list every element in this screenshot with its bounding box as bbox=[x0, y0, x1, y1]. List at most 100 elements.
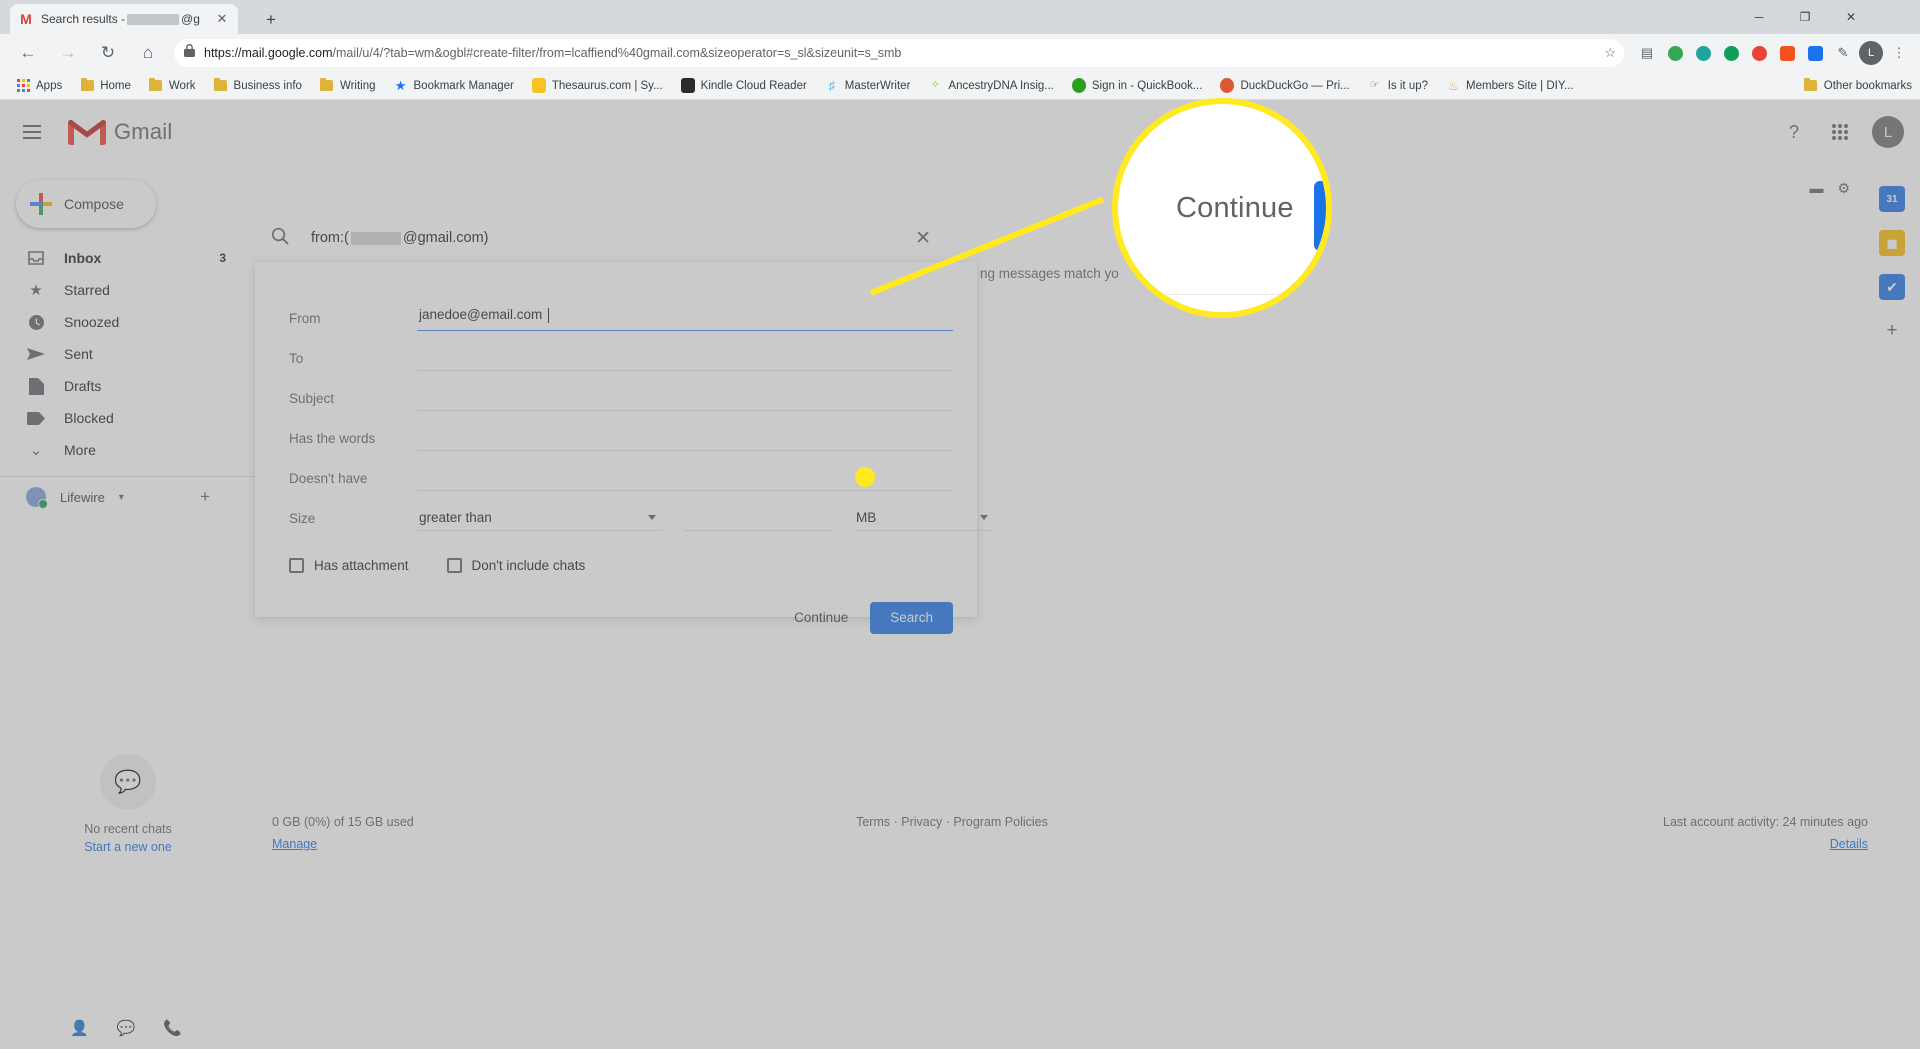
bookmark-quickbooks[interactable]: Sign in - QuickBook... bbox=[1064, 74, 1211, 98]
sidebar-item-starred[interactable]: ★ Starred bbox=[0, 274, 256, 306]
hangouts-empty-title: No recent chats bbox=[84, 822, 172, 836]
add-contact-button[interactable]: + bbox=[200, 487, 210, 507]
bookmark-label: Business info bbox=[233, 79, 302, 92]
manage-storage-link[interactable]: Manage bbox=[272, 837, 414, 851]
address-bar[interactable]: https://mail.google.com/mail/u/4/?tab=wm… bbox=[174, 39, 1624, 67]
privacy-link[interactable]: Privacy bbox=[901, 815, 942, 829]
tasks-icon[interactable]: ✔ bbox=[1879, 274, 1905, 300]
search-query-suffix: @gmail.com) bbox=[402, 230, 489, 246]
pen-extension-icon[interactable]: ✎ bbox=[1830, 40, 1856, 66]
phone-icon[interactable]: 📞 bbox=[163, 1019, 182, 1037]
filter-label-size: Size bbox=[289, 510, 316, 526]
bookmark-writing[interactable]: Writing bbox=[312, 74, 384, 98]
sidebar-item-snoozed[interactable]: Snoozed bbox=[0, 306, 256, 338]
size-value-field[interactable] bbox=[684, 505, 832, 531]
help-icon[interactable]: ? bbox=[1774, 112, 1814, 152]
from-field-wrap[interactable]: janedoe@email.com bbox=[417, 305, 953, 331]
search-button[interactable]: Search bbox=[870, 602, 953, 634]
bookmark-star-icon[interactable]: ☆ bbox=[1604, 39, 1616, 67]
reload-button[interactable]: ↻ bbox=[90, 35, 126, 71]
avatar[interactable]: L bbox=[1872, 116, 1904, 148]
card-extension-icon[interactable]: ▤ bbox=[1634, 40, 1660, 66]
program-policies-link[interactable]: Program Policies bbox=[953, 815, 1047, 829]
window-minimize-button[interactable]: ─ bbox=[1736, 0, 1782, 34]
filter-row-doesnt-have: Doesn't have bbox=[289, 462, 953, 494]
storage-text: 0 GB (0%) of 15 GB used bbox=[272, 815, 414, 829]
keep-icon[interactable]: ◼ bbox=[1879, 230, 1905, 256]
contacts-icon[interactable]: 👤 bbox=[70, 1019, 89, 1037]
search-query: from:(@gmail.com) bbox=[311, 230, 488, 246]
back-button[interactable]: ← bbox=[10, 35, 46, 71]
url-path: /mail/u/4/?tab=wm&ogbl#create-filter/fro… bbox=[332, 46, 902, 60]
other-bookmarks-button[interactable]: Other bookmarks bbox=[1804, 78, 1912, 93]
terms-link[interactable]: Terms bbox=[856, 815, 890, 829]
bookmark-masterwriter[interactable]: ♯ MasterWriter bbox=[817, 74, 919, 98]
blue-square-extension-icon[interactable] bbox=[1802, 40, 1828, 66]
window-maximize-button[interactable]: ❐ bbox=[1782, 0, 1828, 34]
bookmark-business-info[interactable]: Business info bbox=[206, 74, 310, 98]
inbox-count: 3 bbox=[219, 251, 226, 265]
hamburger-icon[interactable] bbox=[8, 108, 56, 156]
density-button[interactable]: ▬ bbox=[1809, 180, 1823, 196]
sidebar-item-label: Blocked bbox=[64, 410, 114, 426]
apps-grid-icon[interactable] bbox=[1820, 112, 1860, 152]
bookmark-label: Sign in - QuickBook... bbox=[1091, 79, 1203, 92]
sidebar-item-blocked[interactable]: Blocked bbox=[0, 402, 256, 434]
plus-icon bbox=[30, 193, 52, 215]
dont-include-chats-checkbox[interactable] bbox=[446, 558, 462, 573]
has-attachment-label: Has attachment bbox=[314, 558, 409, 573]
bookmark-members-site[interactable]: ♨ Members Site | DIY... bbox=[1438, 74, 1582, 98]
orange-square-extension-icon[interactable] bbox=[1774, 40, 1800, 66]
new-tab-button[interactable]: + bbox=[258, 7, 284, 33]
gear-icon[interactable]: ⚙ bbox=[1837, 180, 1850, 197]
bookmark-apps[interactable]: Apps bbox=[8, 74, 70, 98]
add-app-icon[interactable]: + bbox=[1879, 318, 1905, 344]
folder-icon bbox=[80, 78, 94, 93]
bookmark-ancestrydna[interactable]: ✧ AncestryDNA Insig... bbox=[920, 74, 1061, 98]
compose-button[interactable]: Compose bbox=[16, 180, 156, 228]
bookmark-kindle[interactable]: Kindle Cloud Reader bbox=[673, 74, 815, 98]
search-bar[interactable]: from:(@gmail.com) ✕ bbox=[255, 214, 977, 262]
bookmark-bookmark-manager[interactable]: ★ Bookmark Manager bbox=[386, 74, 522, 98]
subject-field[interactable] bbox=[417, 385, 953, 411]
filter-label-has-the-words: Has the words bbox=[289, 430, 376, 446]
sidebar-item-sent[interactable]: Sent bbox=[0, 338, 256, 370]
chat-icon[interactable]: 💬 bbox=[117, 1019, 136, 1037]
red-circle-extension-icon[interactable] bbox=[1746, 40, 1772, 66]
magnified-continue-label: Continue bbox=[1176, 192, 1294, 224]
sidebar-item-inbox[interactable]: Inbox 3 bbox=[0, 242, 256, 274]
tab-title-prefix: Search results - bbox=[41, 12, 126, 26]
close-icon[interactable]: ✕ bbox=[214, 11, 230, 27]
home-button[interactable]: ⌂ bbox=[130, 35, 166, 71]
bookmark-home[interactable]: Home bbox=[72, 74, 139, 98]
bookmark-work[interactable]: Work bbox=[141, 74, 204, 98]
close-icon[interactable]: ✕ bbox=[915, 227, 931, 250]
activity-details-link[interactable]: Details bbox=[1663, 837, 1868, 851]
window-close-button[interactable]: ✕ bbox=[1828, 0, 1874, 34]
bookmark-duckduckgo[interactable]: DuckDuckGo — Pri... bbox=[1212, 74, 1357, 98]
footer-separator: · bbox=[893, 815, 898, 829]
bookmark-thesaurus[interactable]: Thesaurus.com | Sy... bbox=[524, 74, 671, 98]
calendar-icon[interactable]: 31 bbox=[1879, 186, 1905, 212]
chevron-down-icon: ⌄ bbox=[29, 442, 43, 459]
teal-circle-extension-icon[interactable] bbox=[1690, 40, 1716, 66]
profile-avatar[interactable]: L bbox=[1858, 40, 1884, 66]
continue-button[interactable]: Continue bbox=[794, 610, 848, 625]
hangouts-account[interactable]: Lifewire ▾ + bbox=[0, 477, 256, 509]
green-dot-extension-icon[interactable] bbox=[1718, 40, 1744, 66]
start-new-chat-link[interactable]: Start a new one bbox=[0, 840, 256, 854]
filter-label-from: From bbox=[289, 310, 321, 326]
forward-button[interactable]: → bbox=[50, 35, 86, 71]
browser-menu-button[interactable]: ⋮ bbox=[1886, 40, 1912, 66]
bookmark-isitup[interactable]: ☞ Is it up? bbox=[1360, 74, 1436, 98]
to-field[interactable] bbox=[417, 345, 953, 371]
size-operator-select[interactable]: greater than bbox=[417, 505, 662, 531]
browser-tab[interactable]: M Search results - @g ✕ bbox=[10, 4, 238, 34]
has-attachment-checkbox[interactable] bbox=[289, 558, 304, 573]
sidebar-item-drafts[interactable]: Drafts bbox=[0, 370, 256, 402]
sidebar-item-more[interactable]: ⌄ More bbox=[0, 434, 256, 466]
green-circle-extension-icon[interactable] bbox=[1662, 40, 1688, 66]
apps-grid-icon bbox=[16, 79, 30, 93]
size-unit-select[interactable]: MB bbox=[854, 505, 994, 531]
has-the-words-field[interactable] bbox=[417, 425, 953, 451]
